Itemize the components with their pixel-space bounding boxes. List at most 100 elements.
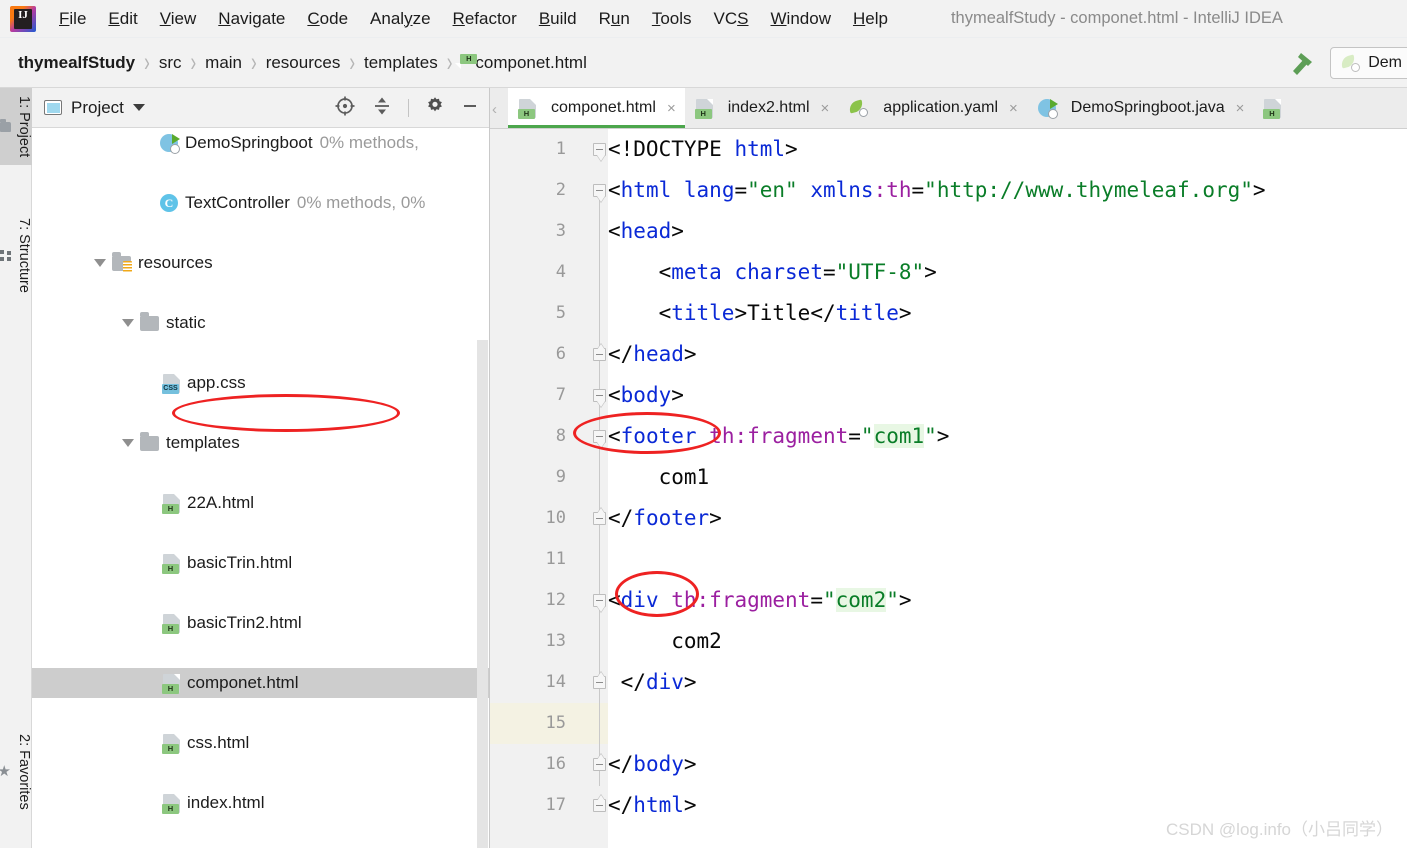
code-line-8: <footer th:fragment="com1"> — [608, 424, 950, 448]
chevron-down-icon[interactable] — [94, 259, 106, 267]
code-line-16: </body> — [608, 752, 697, 776]
chevron-down-icon[interactable] — [122, 319, 134, 327]
menu-analyze[interactable]: Analyze — [359, 6, 442, 32]
code-text[interactable]: <!DOCTYPE html> <html lang="en" xmlns:th… — [608, 129, 1407, 848]
fold-toggle-line6[interactable] — [593, 348, 606, 361]
sidebar-tab-favorites[interactable]: 2: Favorites ★ — [0, 726, 32, 818]
breadcrumb-item-src[interactable]: src — [159, 53, 182, 73]
fold-toggle-line2[interactable] — [593, 143, 606, 156]
tree-row-index-html[interactable]: H index.html — [32, 788, 489, 818]
fold-toggle-line7[interactable] — [593, 389, 606, 402]
hammer-icon[interactable] — [1286, 49, 1316, 77]
run-configuration-selector[interactable]: Dem — [1330, 47, 1407, 79]
project-tree[interactable]: DemoSpringboot 0% methods, C TextControl… — [32, 128, 489, 848]
code-line-2: <html lang="en" xmlns:th="http://www.thy… — [608, 178, 1266, 202]
menu-vcs[interactable]: VCS — [703, 6, 760, 32]
tree-row-static[interactable]: static — [32, 308, 489, 338]
collapse-all-icon[interactable] — [372, 95, 392, 122]
sidebar-tab-structure-label: 7: Structure — [16, 218, 32, 293]
project-panel-title-group[interactable]: Project — [44, 98, 145, 118]
line-number: 2 — [555, 180, 566, 200]
fold-toggle-line14[interactable] — [593, 676, 606, 689]
tab-label: application.yaml — [883, 99, 999, 116]
close-icon[interactable]: × — [1009, 100, 1018, 117]
code-line-9: com1 — [658, 465, 710, 489]
close-icon[interactable]: × — [1236, 100, 1245, 117]
chevron-down-icon[interactable] — [132, 104, 145, 111]
menu-refactor[interactable]: Refactor — [442, 6, 528, 32]
menu-window[interactable]: Window — [760, 6, 842, 32]
line-number: 11 — [545, 549, 566, 569]
java-class-icon: C — [160, 194, 178, 212]
close-icon[interactable]: × — [821, 100, 830, 117]
run-config-label: Dem — [1368, 54, 1402, 71]
menu-edit[interactable]: Edit — [97, 6, 148, 32]
menu-view[interactable]: View — [149, 6, 208, 32]
menu-code[interactable]: Code — [296, 6, 359, 32]
code-line-13: com2 — [671, 629, 722, 653]
breadcrumb-item-templates[interactable]: templates — [364, 53, 438, 73]
breadcrumb-separator: › — [190, 46, 197, 77]
breadcrumb-separator: › — [251, 46, 257, 77]
fold-toggle-line12[interactable] — [593, 594, 606, 607]
settings-gear-icon[interactable] — [425, 96, 445, 121]
code-line-14: </div> — [620, 670, 697, 694]
tab-index2-html[interactable]: H index2.html × — [684, 88, 839, 128]
window-title: thymealfStudy - componet.html - IntelliJ… — [950, 9, 1283, 27]
tree-row-componet-html[interactable]: H componet.html — [32, 668, 489, 698]
sidebar-tab-structure[interactable]: 7: Structure — [0, 210, 32, 301]
line-number: 10 — [545, 508, 566, 528]
menu-tools[interactable]: Tools — [641, 6, 703, 32]
close-icon[interactable]: × — [667, 100, 676, 117]
code-editor[interactable]: 1 2 3 4 5 6 7 8 9 10 11 12 13 14 15 16 1… — [490, 129, 1407, 848]
fold-toggle-line10[interactable] — [593, 512, 606, 525]
fold-toggle-line3[interactable] — [593, 184, 606, 197]
fold-toggle-line17[interactable] — [593, 799, 606, 812]
menu-run[interactable]: Run — [588, 6, 641, 32]
breadcrumb-item-main[interactable]: main — [205, 53, 242, 73]
breadcrumb-item-project[interactable]: thymealfStudy — [18, 53, 135, 73]
tab-componet-html[interactable]: H componet.html × — [508, 88, 685, 128]
fold-toggle-line8[interactable] — [593, 430, 606, 443]
tree-row-app-css[interactable]: CSS app.css — [32, 368, 489, 398]
tree-row-basictrin2-html[interactable]: H basicTrin2.html — [32, 608, 489, 638]
tab-scroll-left-icon[interactable]: ‹ — [492, 101, 497, 118]
locate-file-icon[interactable] — [334, 95, 356, 122]
minimize-icon[interactable] — [461, 97, 479, 120]
code-line-5: <title>Title</title> — [658, 301, 912, 325]
tree-row-demospringboot[interactable]: DemoSpringboot 0% methods, — [32, 128, 489, 158]
tree-row-textcontroller[interactable]: C TextController 0% methods, 0% — [32, 188, 489, 218]
menu-build[interactable]: Build — [528, 6, 588, 32]
tree-row-label: basicTrin.html — [187, 553, 293, 572]
project-panel-title: Project — [71, 97, 124, 117]
fold-toggle-line16[interactable] — [593, 758, 606, 771]
intellij-logo-icon: IJ — [10, 5, 36, 32]
tab-overflow-partial[interactable]: H — [1253, 88, 1291, 128]
resources-folder-icon — [112, 251, 132, 272]
menu-navigate[interactable]: Navigate — [207, 6, 296, 32]
menu-help[interactable]: Help — [842, 6, 899, 32]
navbar-actions: Dem — [1286, 38, 1407, 88]
tab-application-yaml[interactable]: application.yaml × — [838, 88, 1027, 128]
sidebar-tab-project[interactable]: 1: Project — [0, 88, 32, 166]
html-file-icon: H — [162, 793, 180, 814]
chevron-down-icon[interactable] — [122, 439, 134, 447]
breadcrumb-separator: › — [144, 46, 150, 77]
breadcrumb-item-file[interactable]: H componet.html — [460, 53, 587, 73]
tree-row-templates[interactable]: templates — [32, 428, 489, 458]
tab-demospringboot-java[interactable]: DemoSpringboot.java × — [1026, 88, 1254, 128]
tree-row-label: 22A.html — [187, 493, 255, 512]
tree-row-22a-html[interactable]: H 22A.html — [32, 488, 489, 518]
code-line-6: </head> — [608, 342, 697, 366]
line-number: 6 — [555, 344, 566, 364]
breadcrumb-item-resources[interactable]: resources — [266, 53, 341, 73]
breadcrumb: thymealfStudy › src › main › resources ›… — [18, 47, 587, 77]
tree-row-resources[interactable]: resources — [32, 248, 489, 278]
tree-row-css-html[interactable]: H css.html — [32, 728, 489, 758]
html-file-icon: H — [694, 98, 713, 119]
project-panel-scrollbar[interactable] — [477, 340, 488, 848]
menu-file[interactable]: File — [48, 6, 97, 32]
tree-row-basictrin-html[interactable]: H basicTrin.html — [32, 548, 489, 578]
tree-row-label: templates — [166, 433, 240, 452]
